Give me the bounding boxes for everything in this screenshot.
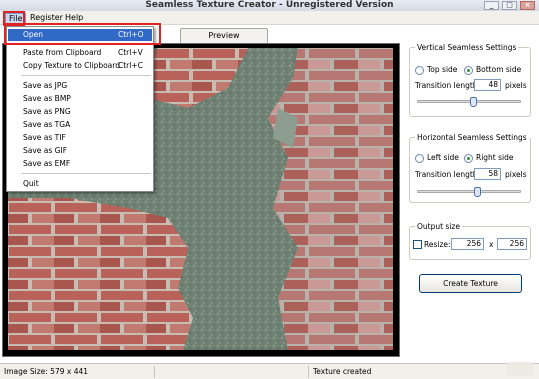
- watermark-logo: [507, 362, 533, 376]
- radio-left-side-label: Left side: [427, 153, 459, 162]
- menu-item-save-tif[interactable]: Save as TIF: [8, 132, 152, 144]
- radio-right-side-dot[interactable]: [464, 153, 473, 163]
- status-bar: Image Size: 579 x 441 Texture created: [0, 363, 539, 379]
- horizontal-settings-title: Horizontal Seamless Settings: [415, 132, 529, 143]
- horizontal-transition-unit: pixels: [505, 170, 527, 179]
- resize-checkbox[interactable]: [413, 240, 422, 249]
- radio-top-side[interactable]: Top side: [415, 65, 457, 75]
- radio-bottom-side-dot[interactable]: [464, 65, 473, 75]
- menu-separator: [21, 75, 151, 76]
- menu-item-paste-shortcut: Ctrl+V: [118, 48, 143, 57]
- menu-separator: [21, 44, 151, 45]
- status-message: Texture created: [313, 367, 372, 376]
- menu-item-copy[interactable]: Copy Texture to Clipboard Ctrl+C: [8, 60, 152, 72]
- minimize-button[interactable]: _: [484, 1, 499, 10]
- radio-left-side[interactable]: Left side: [415, 153, 459, 163]
- menu-separator: [21, 173, 151, 174]
- radio-right-side-label: Right side: [476, 153, 514, 162]
- maximize-button[interactable]: □: [502, 1, 517, 10]
- file-menu-dropdown: Open Ctrl+O Paste from Clipboard Ctrl+V …: [6, 26, 154, 192]
- radio-top-side-label: Top side: [427, 65, 458, 74]
- window-controls: _ □ ×: [484, 0, 535, 11]
- vertical-transition-input[interactable]: 48: [474, 79, 501, 91]
- radio-bottom-side-label: Bottom side: [476, 65, 522, 74]
- output-width-input[interactable]: 256: [451, 238, 484, 250]
- menu-item-quit[interactable]: Quit: [8, 178, 152, 190]
- vertical-transition-slider-thumb[interactable]: [470, 97, 477, 107]
- vertical-transition-label: Transition length:: [415, 81, 481, 90]
- menu-item-paste-label: Paste from Clipboard: [23, 48, 102, 57]
- vertical-settings-title: Vertical Seamless Settings: [415, 42, 519, 53]
- resize-label: Resize:: [424, 240, 451, 249]
- radio-bottom-side[interactable]: Bottom side: [464, 65, 521, 75]
- menu-help[interactable]: Help: [62, 13, 86, 23]
- menu-item-paste[interactable]: Paste from Clipboard Ctrl+V: [8, 47, 152, 59]
- output-size-group: Output size Resize: 256 x 256: [409, 221, 531, 260]
- vertical-transition-slider-track[interactable]: [417, 100, 521, 103]
- tab-preview[interactable]: Preview: [180, 28, 268, 43]
- vertical-settings-group: Vertical Seamless Settings Top side Bott…: [409, 42, 531, 117]
- menu-register[interactable]: Register: [27, 13, 66, 23]
- status-divider: [308, 366, 309, 378]
- menu-item-open-shortcut: Ctrl+O: [118, 30, 144, 39]
- vertical-transition-unit: pixels: [505, 81, 527, 90]
- output-height-input[interactable]: 256: [497, 238, 527, 250]
- status-divider: [154, 366, 155, 378]
- create-texture-button[interactable]: Create Texture: [419, 274, 522, 293]
- title-bar: Seamless Texture Creator - Unregistered …: [0, 0, 539, 11]
- horizontal-settings-group: Horizontal Seamless Settings Left side R…: [409, 132, 531, 203]
- window-title: Seamless Texture Creator - Unregistered …: [145, 0, 394, 10]
- menu-item-save-jpg[interactable]: Save as JPG: [8, 80, 152, 92]
- menu-item-open-label: Open: [23, 30, 44, 39]
- close-button[interactable]: ×: [520, 1, 535, 10]
- horizontal-transition-slider-track[interactable]: [417, 190, 521, 193]
- output-size-title: Output size: [415, 221, 462, 232]
- menu-bar: File Register Help: [0, 11, 539, 25]
- horizontal-transition-label: Transition length:: [415, 170, 481, 179]
- menu-file[interactable]: File: [5, 13, 27, 25]
- horizontal-transition-input[interactable]: 58: [474, 168, 501, 180]
- menu-item-save-bmp[interactable]: Save as BMP: [8, 93, 152, 105]
- menu-item-open[interactable]: Open Ctrl+O: [8, 29, 152, 41]
- radio-top-side-dot[interactable]: [415, 65, 424, 75]
- status-image-size: Image Size: 579 x 441: [4, 367, 89, 376]
- radio-right-side[interactable]: Right side: [464, 153, 514, 163]
- output-times-sign: x: [489, 240, 494, 249]
- menu-item-copy-label: Copy Texture to Clipboard: [23, 61, 120, 70]
- horizontal-transition-slider-thumb[interactable]: [474, 187, 481, 197]
- menu-item-save-tga[interactable]: Save as TGA: [8, 119, 152, 131]
- menu-item-copy-shortcut: Ctrl+C: [118, 61, 143, 70]
- menu-item-save-emf[interactable]: Save as EMF: [8, 158, 152, 170]
- menu-item-save-png[interactable]: Save as PNG: [8, 106, 152, 118]
- radio-left-side-dot[interactable]: [415, 153, 424, 163]
- menu-item-save-gif[interactable]: Save as GIF: [8, 145, 152, 157]
